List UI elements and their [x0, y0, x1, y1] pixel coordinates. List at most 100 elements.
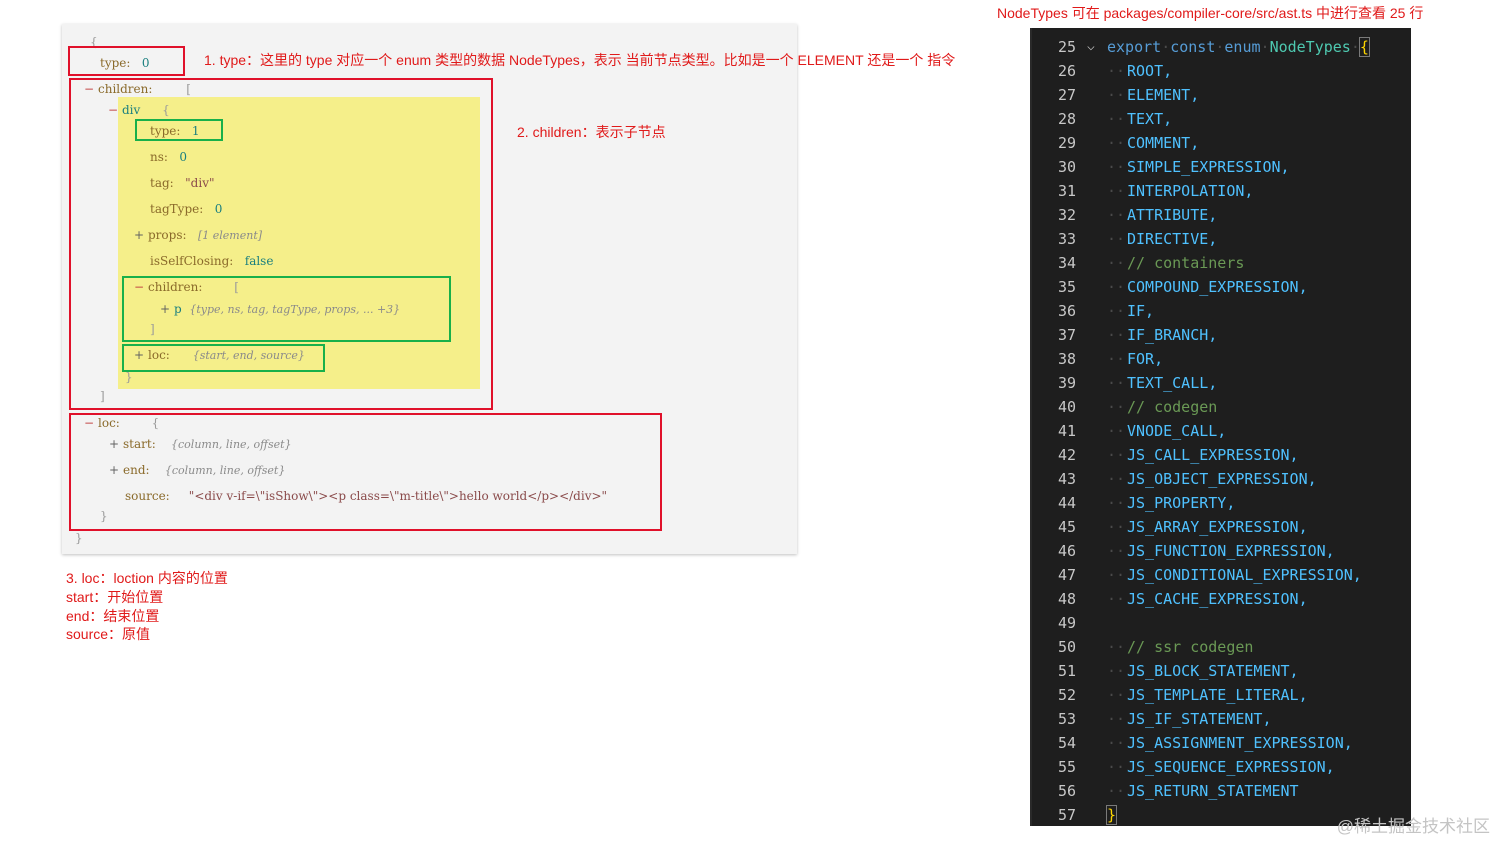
- code-line[interactable]: 33 DIRECTIVE, ··: [1032, 227, 1411, 251]
- line-number: 27: [1057, 86, 1076, 104]
- indent-guide-dots: ··: [1107, 566, 1126, 584]
- indent-guide-dots: ··: [1107, 782, 1126, 800]
- code-line[interactable]: 47 JS_CONDITIONAL_EXPRESSION, ··: [1032, 563, 1411, 587]
- code-line[interactable]: 50 // ssr codegen ··: [1032, 635, 1411, 659]
- code-line[interactable]: 55 JS_SEQUENCE_EXPRESSION, ··: [1032, 755, 1411, 779]
- fold-chevron-icon[interactable]: ⌵: [1087, 35, 1095, 59]
- code-line[interactable]: 52 JS_TEMPLATE_LITERAL, ··: [1032, 683, 1411, 707]
- indent-guide-dots: ··: [1107, 758, 1126, 776]
- enum-declaration: export·const·enum·NodeTypes·{: [1107, 37, 1370, 57]
- line-number: 29: [1057, 134, 1076, 152]
- close-brace: }: [1105, 805, 1118, 825]
- code-line[interactable]: 32 ATTRIBUTE, ··: [1032, 203, 1411, 227]
- code-line[interactable]: 42 JS_CALL_EXPRESSION, ··: [1032, 443, 1411, 467]
- line-number: 49: [1057, 614, 1076, 632]
- enum-member: VNODE_CALL,: [1127, 422, 1227, 440]
- note-loc-start: start：开始位置: [66, 589, 164, 605]
- enum-member: COMMENT,: [1127, 134, 1200, 152]
- line-number: 34: [1057, 254, 1076, 272]
- note-loc-title: 3. loc：loction 内容的位置: [66, 570, 228, 586]
- code-line[interactable]: 43 JS_OBJECT_EXPRESSION, ··: [1032, 467, 1411, 491]
- enum-member: COMPOUND_EXPRESSION,: [1127, 278, 1308, 296]
- enum-member: TEXT,: [1127, 110, 1173, 128]
- code-line[interactable]: 56 JS_RETURN_STATEMENT ··: [1032, 779, 1411, 803]
- indent-guide-dots: ··: [1107, 542, 1126, 560]
- enum-member: JS_FUNCTION_EXPRESSION,: [1127, 542, 1335, 560]
- line-number: 53: [1057, 710, 1076, 728]
- code-line[interactable]: 46 JS_FUNCTION_EXPRESSION, ··: [1032, 539, 1411, 563]
- indent-guide-dots: ··: [1107, 518, 1126, 536]
- root-close-brace: }: [75, 531, 83, 545]
- code-line[interactable]: 48 JS_CACHE_EXPRESSION, ··: [1032, 587, 1411, 611]
- div-type-highlight-box: [135, 119, 223, 141]
- code-line[interactable]: 41 VNODE_CALL, ··: [1032, 419, 1411, 443]
- enum-member: JS_CONDITIONAL_EXPRESSION,: [1127, 566, 1362, 584]
- line-number: 30: [1057, 158, 1076, 176]
- indent-guide-dots: ··: [1107, 158, 1126, 176]
- code-comment: // ssr codegen: [1127, 638, 1254, 656]
- indent-guide-dots: ··: [1107, 230, 1126, 248]
- code-line[interactable]: 25 ⌵ export·const·enum·NodeTypes·{: [1032, 35, 1411, 59]
- enum-member: DIRECTIVE,: [1127, 230, 1218, 248]
- line-number: 26: [1057, 62, 1076, 80]
- line-number: 43: [1057, 470, 1076, 488]
- indent-guide-dots: ··: [1107, 62, 1126, 80]
- enum-member: JS_ARRAY_EXPRESSION,: [1127, 518, 1308, 536]
- line-number: 57: [1057, 806, 1076, 824]
- indent-guide-dots: ··: [1107, 374, 1126, 392]
- enum-member: INTERPOLATION,: [1127, 182, 1254, 200]
- enum-member: JS_RETURN_STATEMENT: [1127, 782, 1299, 800]
- indent-guide-dots: ··: [1107, 254, 1126, 272]
- code-line[interactable]: 27 ELEMENT, ··: [1032, 83, 1411, 107]
- code-line[interactable]: 54 JS_ASSIGNMENT_EXPRESSION, ··: [1032, 731, 1411, 755]
- top-note: NodeTypes 可在 packages/compiler-core/src/…: [997, 5, 1424, 21]
- keyword-const: const: [1170, 38, 1216, 56]
- loc-highlight-box: [69, 413, 662, 531]
- line-number: 41: [1057, 422, 1076, 440]
- note-loc-end: end：结束位置: [66, 608, 160, 624]
- inner-children-highlight-box: [122, 276, 451, 342]
- enum-member: FOR,: [1127, 350, 1164, 368]
- indent-guide-dots: ··: [1107, 350, 1126, 368]
- line-number: 28: [1057, 110, 1076, 128]
- enum-member: JS_TEMPLATE_LITERAL,: [1127, 686, 1308, 704]
- enum-member: SIMPLE_EXPRESSION,: [1127, 158, 1290, 176]
- watermark: @稀土掘金技术社区: [1336, 817, 1490, 836]
- line-number: 37: [1057, 326, 1076, 344]
- code-line[interactable]: 53 JS_IF_STATEMENT, ··: [1032, 707, 1411, 731]
- note-children: 2. children：表示子节点: [517, 124, 666, 140]
- code-line[interactable]: 36 IF, ··: [1032, 299, 1411, 323]
- type-highlight-box: [68, 46, 185, 76]
- code-line[interactable]: 29 COMMENT, ··: [1032, 131, 1411, 155]
- indent-guide-dots: ··: [1107, 110, 1126, 128]
- enum-member: JS_CACHE_EXPRESSION,: [1127, 590, 1308, 608]
- code-line[interactable]: 28 TEXT, ··: [1032, 107, 1411, 131]
- indent-guide-dots: ··: [1107, 446, 1126, 464]
- code-line[interactable]: 26 ROOT, ··: [1032, 59, 1411, 83]
- code-line[interactable]: 40 // codegen ··: [1032, 395, 1411, 419]
- code-line[interactable]: 44 JS_PROPERTY, ··: [1032, 491, 1411, 515]
- code-line[interactable]: 45 JS_ARRAY_EXPRESSION, ··: [1032, 515, 1411, 539]
- code-line[interactable]: 49: [1032, 611, 1411, 635]
- line-number: 25: [1057, 38, 1076, 56]
- code-line[interactable]: 37 IF_BRANCH, ··: [1032, 323, 1411, 347]
- enum-member: JS_BLOCK_STATEMENT,: [1127, 662, 1299, 680]
- code-line[interactable]: 51 JS_BLOCK_STATEMENT, ··: [1032, 659, 1411, 683]
- code-line[interactable]: 38 FOR, ··: [1032, 347, 1411, 371]
- enum-member: JS_CALL_EXPRESSION,: [1127, 446, 1299, 464]
- indent-guide-dots: ··: [1107, 686, 1126, 704]
- code-line[interactable]: 35 COMPOUND_EXPRESSION, ··: [1032, 275, 1411, 299]
- enum-member: JS_OBJECT_EXPRESSION,: [1127, 470, 1317, 488]
- code-line[interactable]: 31 INTERPOLATION, ··: [1032, 179, 1411, 203]
- keyword-enum: enum: [1224, 38, 1261, 56]
- code-line[interactable]: 39 TEXT_CALL, ··: [1032, 371, 1411, 395]
- enum-member: JS_IF_STATEMENT,: [1127, 710, 1272, 728]
- indent-guide-dots: ··: [1107, 326, 1126, 344]
- code-line[interactable]: 34 // containers ··: [1032, 251, 1411, 275]
- keyword-export: export: [1107, 38, 1162, 56]
- indent-guide-dots: ··: [1107, 398, 1126, 416]
- code-line[interactable]: 30 SIMPLE_EXPRESSION, ··: [1032, 155, 1411, 179]
- enum-member: JS_ASSIGNMENT_EXPRESSION,: [1127, 734, 1353, 752]
- code-editor[interactable]: 25 ⌵ export·const·enum·NodeTypes·{ 26 ROO…: [1030, 28, 1411, 826]
- line-number: 51: [1057, 662, 1076, 680]
